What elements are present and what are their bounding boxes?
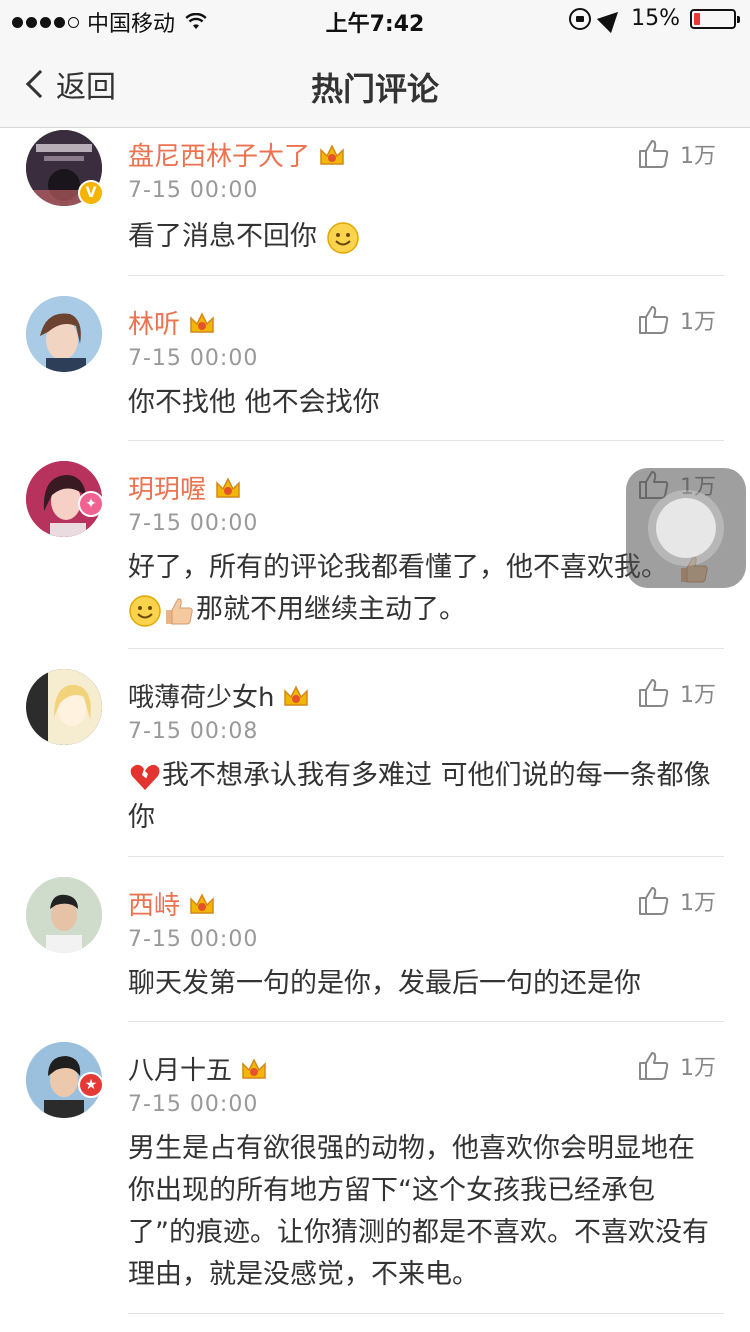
battery-percent: 15% xyxy=(631,6,680,31)
thumbs-up-icon xyxy=(639,887,669,915)
timestamp: 7-15 00:00 xyxy=(128,1092,259,1117)
comment-item: V 盘尼西林子大了 7-15 00:00 看了消息不回你 1万 xyxy=(0,128,750,276)
comment-item: ★ 八月十五 7-15 00:00 男生是占有欲很强的动物，他喜欢你会明显地在你… xyxy=(0,1022,750,1314)
crown-icon xyxy=(190,892,214,914)
username[interactable]: 八月十五 xyxy=(128,1050,232,1087)
username[interactable]: 哦薄荷少女h xyxy=(128,677,274,714)
comment-text-content: 看了消息不回你 xyxy=(128,221,317,252)
timestamp: 7-15 00:00 xyxy=(128,346,259,371)
like-count: 1万 xyxy=(680,683,716,708)
timestamp: 7-15 00:00 xyxy=(128,511,259,536)
thumbs-up-icon xyxy=(639,679,669,707)
smile-emoji-icon xyxy=(129,594,161,627)
username-row: 玥玥喔 xyxy=(128,469,242,506)
smile-emoji-icon xyxy=(326,221,359,254)
comment-text-content: 我不想承认我有多难过 可他们说的每一条都像你 xyxy=(128,760,711,833)
comment-text-content: 好了，所有的评论我都看懂了，他不喜欢我。 xyxy=(128,552,668,583)
timestamp: 7-15 00:00 xyxy=(128,178,259,203)
like-button[interactable]: 1万 xyxy=(638,677,716,709)
status-right: 15% xyxy=(569,4,740,33)
comment-list: V 盘尼西林子大了 7-15 00:00 看了消息不回你 1万 林听 7-15 … xyxy=(0,128,750,1314)
comment-text: 看了消息不回你 xyxy=(128,216,718,258)
avatar-image xyxy=(26,669,102,745)
like-button[interactable]: 1万 xyxy=(638,304,716,336)
comment-text: 我不想承认我有多难过 可他们说的每一条都像你 xyxy=(128,755,718,839)
like-count: 1万 xyxy=(680,891,716,916)
crown-icon xyxy=(216,476,240,498)
battery-icon xyxy=(690,8,740,29)
comment-item: 哦薄荷少女h 7-15 00:08 我不想承认我有多难过 可他们说的每一条都像你… xyxy=(0,649,750,857)
crown-icon xyxy=(242,1057,266,1079)
thumbs-up-emoji-icon xyxy=(166,597,193,624)
crown-icon xyxy=(190,311,214,333)
username[interactable]: 盘尼西林子大了 xyxy=(128,136,310,173)
comment-text: 男生是占有欲很强的动物，他喜欢你会明显地在你出现的所有地方留下“这个女孩我已经承… xyxy=(128,1133,709,1290)
crown-icon xyxy=(320,143,344,165)
status-bar: 中国移动 上午7:42 15% xyxy=(0,0,750,40)
username[interactable]: 玥玥喔 xyxy=(128,469,206,506)
comment-item: 西峙 7-15 00:00 聊天发第一句的是你，发最后一句的还是你 1万 xyxy=(0,857,750,1022)
location-arrow-icon xyxy=(596,4,626,33)
username[interactable]: 林听 xyxy=(128,304,180,341)
thumbs-up-icon xyxy=(639,1052,669,1080)
assistive-touch-button[interactable] xyxy=(626,468,746,588)
comment-text: 聊天发第一句的是你，发最后一句的还是你 xyxy=(128,968,641,999)
username-row: 西峙 xyxy=(128,885,216,922)
battery-fill xyxy=(694,12,700,25)
navigation-bar: 返回 热门评论 xyxy=(0,40,750,128)
like-count: 1万 xyxy=(680,144,716,169)
avatar[interactable] xyxy=(26,669,102,745)
comment-text: 你不找他 他不会找你 xyxy=(128,387,380,418)
timestamp: 7-15 00:00 xyxy=(128,927,259,952)
comment-item: 林听 7-15 00:00 你不找他 他不会找你 1万 xyxy=(0,276,750,441)
like-button[interactable]: 1万 xyxy=(638,138,716,170)
page-title: 热门评论 xyxy=(310,70,439,108)
broken-heart-emoji-icon xyxy=(130,764,160,790)
timestamp: 7-15 00:08 xyxy=(128,719,259,744)
username-row: 八月十五 xyxy=(128,1050,268,1087)
like-count: 1万 xyxy=(680,1056,716,1081)
like-button[interactable]: 1万 xyxy=(638,1050,716,1082)
username-row: 盘尼西林子大了 xyxy=(128,136,346,173)
red-star-badge-icon: ★ xyxy=(78,1072,104,1098)
username-row: 哦薄荷少女h xyxy=(128,677,310,714)
avatar[interactable] xyxy=(26,296,102,372)
comment-text-content: 那就不用继续主动了。 xyxy=(196,594,466,625)
username-row: 林听 xyxy=(128,304,216,341)
crown-icon xyxy=(284,684,309,706)
avatar-image xyxy=(26,877,102,953)
pink-badge-icon: ✦ xyxy=(78,491,104,517)
like-button[interactable]: 1万 xyxy=(638,885,716,917)
avatar[interactable] xyxy=(26,877,102,953)
verified-badge-icon: V xyxy=(78,180,104,206)
like-count: 1万 xyxy=(680,310,716,335)
assistive-touch-icon xyxy=(656,498,716,558)
username[interactable]: 西峙 xyxy=(128,885,180,922)
rotation-lock-icon xyxy=(569,7,592,30)
avatar-image xyxy=(26,296,102,372)
thumbs-up-icon xyxy=(639,140,669,168)
thumbs-up-icon xyxy=(639,306,669,334)
